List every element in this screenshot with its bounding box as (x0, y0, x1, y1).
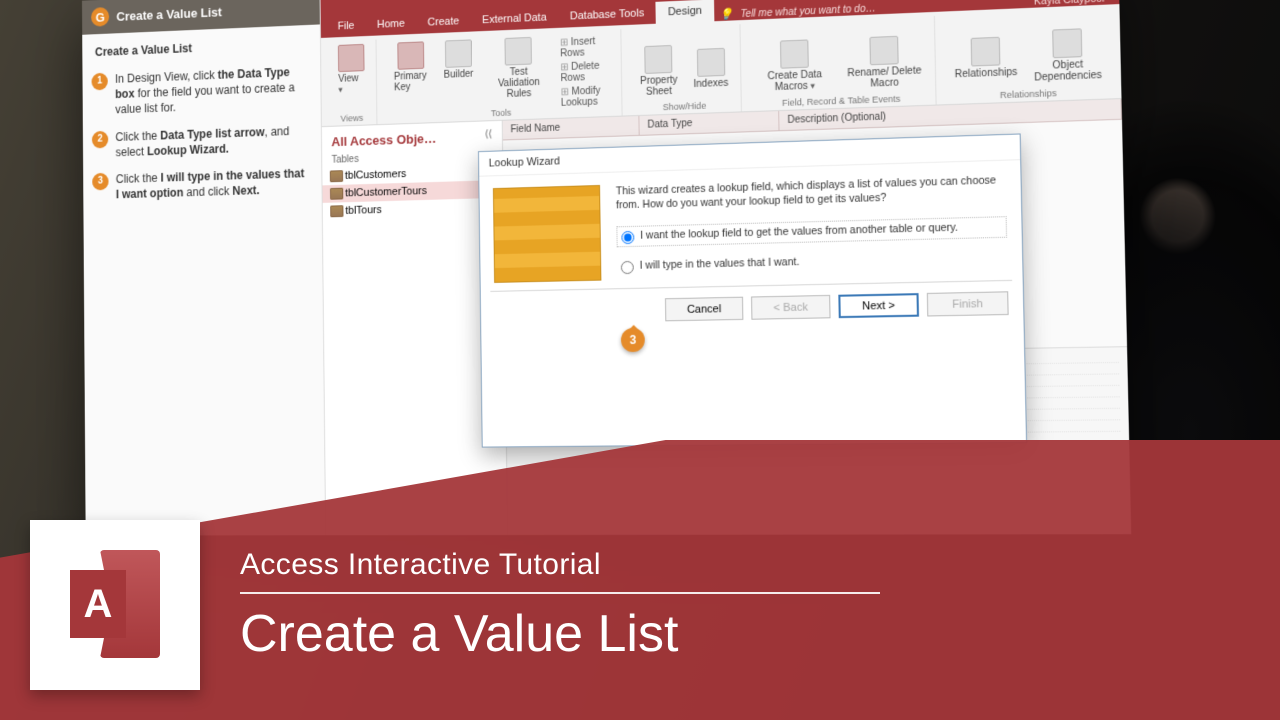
callout-number: 3 (621, 328, 645, 352)
object-dependencies-button[interactable]: Object Dependencies (1029, 25, 1106, 86)
object-dependencies-label: Object Dependencies (1034, 58, 1102, 83)
tab-create[interactable]: Create (416, 10, 471, 34)
property-sheet-button[interactable]: Property Sheet (636, 42, 682, 100)
access-logo: A (70, 550, 160, 660)
create-data-macros-button[interactable]: Create Data Macros (755, 36, 835, 95)
rows-submenu: Insert Rows Delete Rows Modify Lookups (560, 32, 614, 109)
rename-delete-macro-button[interactable]: Rename/ Delete Macro (842, 32, 927, 92)
builder-label: Builder (444, 69, 474, 81)
view-button[interactable]: View (334, 42, 368, 98)
banner-line1: Access Interactive Tutorial (240, 548, 880, 582)
property-sheet-icon (644, 44, 672, 73)
indexes-button[interactable]: Indexes (689, 46, 733, 93)
tutorial-step: 2 Click the Data Type list arrow, and se… (90, 116, 310, 166)
create-data-macros-label: Create Data Macros (759, 68, 830, 93)
tab-file[interactable]: File (326, 15, 365, 38)
indexes-label: Indexes (693, 78, 728, 90)
wizard-text: This wizard creates a lookup field, whic… (616, 173, 1008, 280)
access-logo-letter: A (70, 570, 126, 638)
ribbon-group-events: Create Data Macros Rename/ Delete Macro … (747, 16, 937, 111)
finish-button: Finish (927, 291, 1009, 316)
banner-text: Access Interactive Tutorial Create a Val… (240, 548, 880, 664)
step-text: Click the I will type in the values that… (116, 165, 309, 202)
relationships-label: Relationships (955, 67, 1018, 81)
group-label: Show/Hide (629, 99, 741, 113)
step-number-3: 3 (92, 173, 108, 191)
cancel-button[interactable]: Cancel (665, 297, 743, 322)
insert-rows-button[interactable]: Insert Rows (560, 35, 613, 59)
banner-divider (240, 592, 880, 594)
product-badge: A (30, 520, 200, 690)
lightbulb-icon: 💡 (720, 8, 734, 21)
key-icon (397, 41, 424, 69)
view-label: View (338, 73, 365, 95)
option-values-from-table[interactable]: I want the lookup field to get the value… (616, 216, 1007, 247)
test-validation-button[interactable]: Test Validation Rules (485, 34, 553, 103)
lookup-wizard-dialog: Lookup Wizard This wizard creates a look… (478, 133, 1027, 447)
tutorial-steps: 1 In Design View, click the Data Type bo… (82, 57, 321, 209)
builder-button[interactable]: Builder (439, 37, 477, 83)
rename-delete-macro-label: Rename/ Delete Macro (846, 65, 923, 90)
tutorial-panel: G Create a Value List Create a Value Lis… (82, 0, 326, 536)
tutorial-badge: G (91, 7, 109, 27)
test-validation-label: Test Validation Rules (489, 66, 549, 101)
option-label: I will type in the values that I want. (640, 255, 800, 273)
delete-rows-button[interactable]: Delete Rows (560, 60, 613, 84)
wizard-options: I want the lookup field to get the value… (616, 216, 1007, 276)
tab-design[interactable]: Design (656, 0, 714, 24)
radio-from-table[interactable] (621, 231, 634, 244)
step-text: Click the Data Type list arrow, and sele… (115, 122, 308, 160)
primary-key-button[interactable]: Primary Key (390, 39, 433, 95)
ribbon-group-showhide: Property Sheet Indexes Show/Hide (627, 24, 742, 115)
group-label: Views (327, 113, 376, 124)
next-button[interactable]: Next > (838, 293, 919, 318)
dependencies-icon (1052, 28, 1082, 58)
step-number-2: 2 (92, 130, 108, 148)
step-number-1: 1 (91, 73, 107, 91)
tab-home[interactable]: Home (366, 12, 417, 36)
wizard-intro: This wizard creates a lookup field, whic… (616, 173, 1007, 213)
primary-key-label: Primary Key (394, 71, 429, 94)
relationships-button[interactable]: Relationships (950, 34, 1022, 83)
relationships-icon (971, 37, 1001, 67)
tutorial-title: Create a Value List (116, 4, 222, 23)
tutorial-step: 3 Click the I will type in the values th… (90, 159, 310, 208)
back-button: < Back (751, 295, 831, 320)
macros-icon (780, 39, 809, 68)
indexes-icon (696, 48, 724, 77)
property-sheet-label: Property Sheet (640, 74, 678, 97)
builder-icon (445, 39, 472, 68)
col-field-name: Field Name (503, 116, 640, 140)
option-type-values[interactable]: I will type in the values that I want. (617, 248, 1008, 276)
navpane-list: tblCustomers tblCustomerTours tblTours (322, 162, 503, 220)
col-data-type: Data Type (639, 111, 779, 135)
radio-type-values[interactable] (621, 261, 634, 274)
option-label: I want the lookup field to get the value… (640, 221, 958, 243)
dialog-body: This wizard creates a lookup field, whic… (479, 160, 1022, 291)
table-item[interactable]: tblTours (323, 198, 503, 221)
view-icon (338, 44, 365, 72)
rename-icon (869, 35, 898, 65)
step-callout: 3 (621, 328, 647, 360)
validation-icon (505, 37, 532, 66)
banner-line2: Create a Value List (240, 604, 880, 664)
ribbon-group-views: View Views (327, 39, 378, 125)
step-text: In Design View, click the Data Type box … (115, 64, 308, 118)
tutorial-step: 1 In Design View, click the Data Type bo… (90, 58, 310, 125)
ribbon-group-relationships: Relationships Object Dependencies Relati… (941, 8, 1115, 104)
wizard-illustration (493, 185, 601, 283)
ribbon-group-tools: Primary Key Builder Test Validation Rule… (382, 29, 623, 124)
